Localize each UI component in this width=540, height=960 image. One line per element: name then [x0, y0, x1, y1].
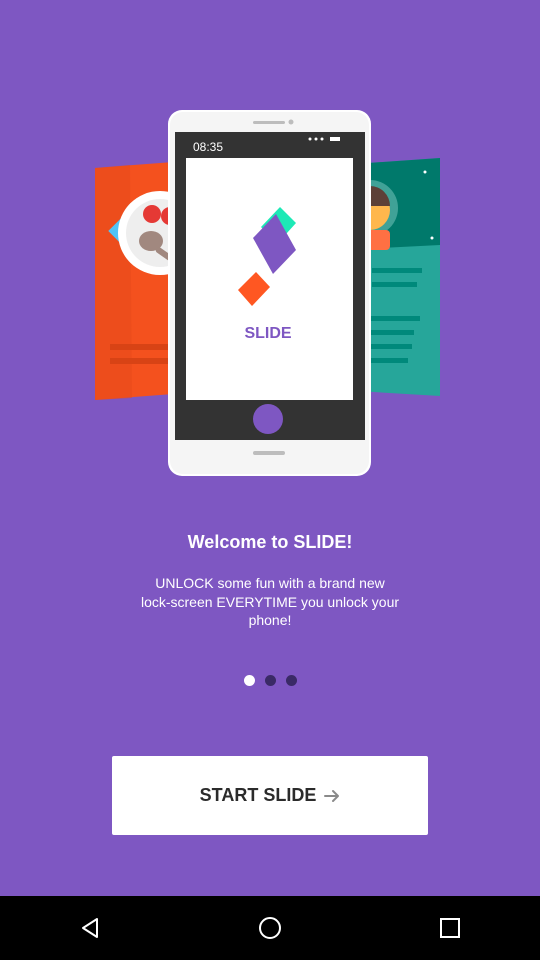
arrow-right-icon — [324, 789, 340, 802]
back-icon — [82, 918, 98, 938]
page-dot-1[interactable] — [243, 675, 255, 686]
start-slide-label: START SLIDE — [199, 785, 317, 805]
nav-home-button[interactable] — [240, 898, 300, 958]
system-navigation-bar — [0, 896, 540, 960]
recents-icon — [440, 918, 460, 938]
welcome-description: UNLOCK some fun with a brand new lock-sc… — [140, 575, 400, 628]
page-dot-2[interactable] — [264, 675, 276, 686]
nav-back-button[interactable] — [60, 898, 120, 958]
welcome-illustration: 08:35 SLIDE — [95, 110, 440, 476]
nav-recents-button[interactable] — [420, 898, 480, 958]
welcome-title: Welcome to SLIDE! — [187, 532, 353, 552]
page-indicator — [0, 675, 540, 686]
home-icon — [259, 917, 281, 939]
page-dot-3[interactable] — [285, 675, 297, 686]
phone-mockup — [168, 110, 371, 476]
start-slide-button[interactable]: START SLIDE — [112, 756, 428, 835]
phone-app-name: SLIDE — [244, 325, 291, 342]
onboarding-screen: 08:35 SLIDE Welcome to SLIDE! UNLOCK som… — [0, 0, 540, 896]
phone-clock: 08:35 — [193, 140, 223, 154]
